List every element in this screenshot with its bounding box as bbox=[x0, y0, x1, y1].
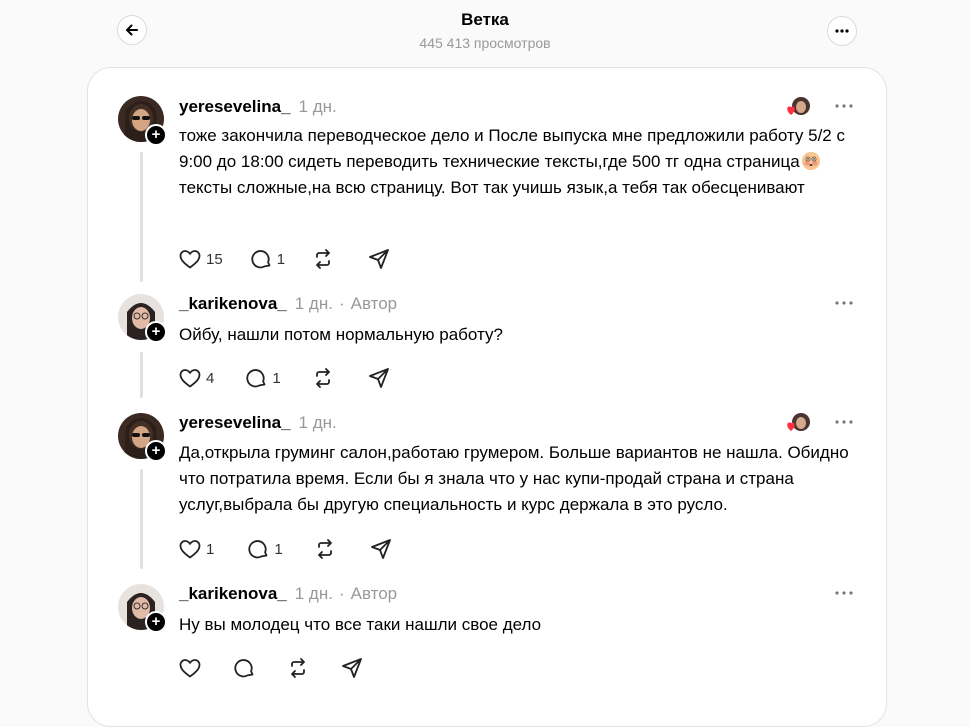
heart-icon bbox=[179, 540, 201, 559]
separator-dot: · bbox=[338, 294, 345, 313]
post-text-part: тексты сложные,на всю страницу. Вот так … bbox=[179, 178, 805, 197]
reply-count: 1 bbox=[274, 540, 283, 558]
share-icon bbox=[369, 249, 389, 269]
post-text: Ну вы молодец что все таки нашли свое де… bbox=[179, 615, 542, 634]
repost-icon bbox=[316, 249, 330, 269]
post-meta: _karikenova_ 1 дн. · Автор bbox=[179, 294, 397, 314]
like-button[interactable] bbox=[178, 656, 202, 680]
comment-icon bbox=[251, 250, 271, 269]
share-button[interactable] bbox=[367, 366, 391, 390]
share-icon bbox=[342, 658, 362, 678]
share-icon bbox=[370, 539, 391, 559]
share-button[interactable] bbox=[369, 537, 393, 561]
repost-icon bbox=[315, 368, 330, 388]
liked-by-author-badge bbox=[786, 97, 812, 117]
follow-button[interactable]: + bbox=[145, 124, 167, 146]
timestamp[interactable]: 1 дн. bbox=[295, 294, 333, 313]
ellipsis-icon[interactable] bbox=[834, 298, 854, 308]
username[interactable]: yeresevelina_ bbox=[179, 97, 291, 116]
reply-button[interactable]: 1 bbox=[244, 366, 281, 390]
reply-button[interactable]: 1 bbox=[246, 537, 283, 561]
post-text-part: тоже закончила переводческое дело и Посл… bbox=[179, 126, 845, 171]
timestamp[interactable]: 1 дн. bbox=[299, 413, 337, 432]
page-title: Ветка bbox=[461, 10, 509, 29]
repost-button[interactable] bbox=[311, 247, 335, 271]
follow-button[interactable]: + bbox=[145, 321, 167, 343]
heart-icon bbox=[787, 106, 795, 115]
repost-icon bbox=[291, 658, 305, 678]
follow-button[interactable]: + bbox=[145, 440, 167, 462]
heart-icon bbox=[179, 659, 201, 678]
ellipsis-icon[interactable] bbox=[834, 101, 854, 111]
heart-icon bbox=[179, 369, 201, 388]
username[interactable]: _karikenova_ bbox=[179, 584, 287, 603]
repost-button[interactable] bbox=[313, 537, 337, 561]
repost-icon bbox=[317, 539, 332, 559]
post-actions bbox=[178, 654, 364, 682]
more-icon bbox=[835, 29, 849, 33]
thread-line bbox=[140, 469, 143, 569]
username[interactable]: _karikenova_ bbox=[179, 294, 287, 313]
thread-line bbox=[140, 352, 143, 398]
like-button[interactable]: 15 bbox=[178, 247, 223, 271]
share-button[interactable] bbox=[367, 247, 391, 271]
like-button[interactable]: 4 bbox=[178, 366, 214, 390]
post-text: тоже закончила переводческое дело и Посл… bbox=[179, 123, 869, 201]
heart-icon bbox=[787, 422, 795, 431]
ellipsis-icon[interactable] bbox=[834, 417, 854, 427]
reply-button[interactable] bbox=[232, 656, 256, 680]
like-count: 1 bbox=[206, 540, 215, 558]
flushed-face-icon bbox=[801, 152, 820, 170]
author-tag: Автор bbox=[350, 584, 398, 603]
post-actions: 15 1 bbox=[178, 245, 391, 273]
reply-button[interactable]: 1 bbox=[249, 247, 285, 271]
post-meta: yeresevelina_ 1 дн. bbox=[179, 97, 337, 117]
comment-icon bbox=[234, 659, 254, 678]
post-meta: yeresevelina_ 1 дн. bbox=[179, 413, 337, 433]
share-button[interactable] bbox=[340, 656, 364, 680]
post-meta: _karikenova_ 1 дн. · Автор bbox=[179, 584, 397, 604]
liked-by-author-badge bbox=[786, 413, 812, 433]
ellipsis-icon[interactable] bbox=[834, 588, 854, 598]
top-bar: Ветка 445 413 просмотров bbox=[0, 0, 970, 64]
view-count: 445 413 просмотров bbox=[419, 35, 551, 51]
thread-line bbox=[140, 152, 143, 282]
share-icon bbox=[368, 368, 389, 388]
more-button[interactable] bbox=[827, 16, 857, 46]
heart-icon bbox=[179, 250, 201, 269]
reply-count: 1 bbox=[272, 369, 281, 387]
timestamp[interactable]: 1 дн. bbox=[295, 584, 333, 603]
author-tag: Автор bbox=[350, 294, 398, 313]
comment-icon bbox=[248, 540, 268, 559]
username[interactable]: yeresevelina_ bbox=[179, 413, 291, 432]
like-button[interactable]: 1 bbox=[178, 537, 214, 561]
like-count: 15 bbox=[206, 250, 223, 268]
post-actions: 4 1 bbox=[178, 364, 391, 392]
comment-icon bbox=[246, 369, 266, 388]
separator-dot: · bbox=[338, 584, 345, 603]
follow-button[interactable]: + bbox=[145, 611, 167, 633]
reply-count: 1 bbox=[276, 250, 286, 268]
post-actions: 1 1 bbox=[178, 535, 393, 563]
like-count: 4 bbox=[206, 369, 215, 387]
post-text: Да,открыла груминг салон,работаю грумеро… bbox=[179, 443, 849, 514]
timestamp[interactable]: 1 дн. bbox=[299, 97, 337, 116]
repost-button[interactable] bbox=[311, 366, 335, 390]
repost-button[interactable] bbox=[286, 656, 310, 680]
thread-card: + yeresevelina_ 1 дн. тоже закончила пере… bbox=[87, 67, 887, 727]
post-text: Ойбу, нашли потом нормальную работу? bbox=[179, 325, 503, 344]
